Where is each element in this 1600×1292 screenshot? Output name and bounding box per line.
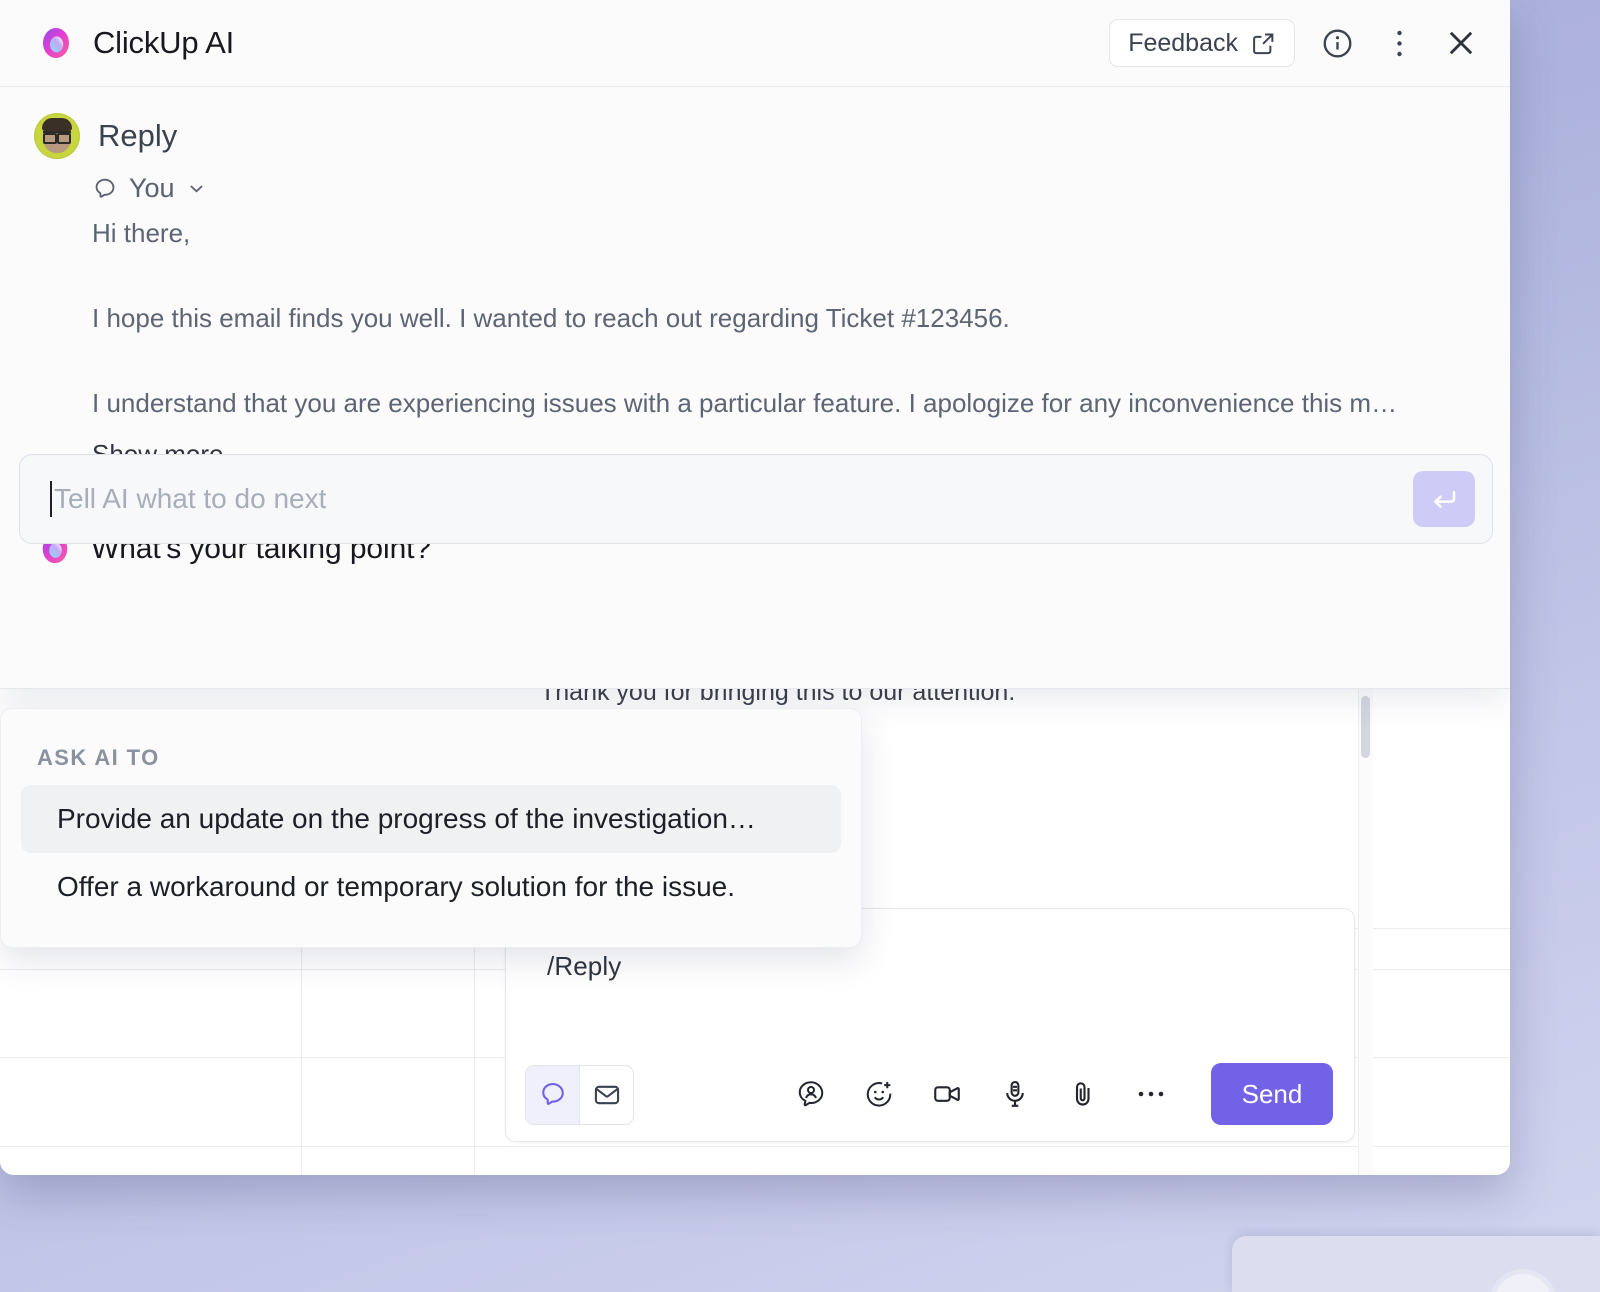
feedback-button-label: Feedback [1128, 29, 1238, 58]
app-window: Thank you for bringing this to our atten… [0, 0, 1510, 1175]
clickup-ai-modal: ClickUp AI Feedback [0, 0, 1510, 689]
info-circle-icon[interactable] [1317, 23, 1357, 63]
help-bubble-icon[interactable] [1494, 1274, 1552, 1292]
ask-ai-option-2[interactable]: Offer a workaround or temporary solution… [21, 853, 841, 921]
envelope-icon [593, 1081, 621, 1109]
close-icon[interactable] [1441, 23, 1481, 63]
mention-person-icon[interactable] [796, 1079, 826, 1109]
ai-prompt-submit-button[interactable] [1413, 471, 1475, 527]
ai-prompt-field[interactable]: Tell AI what to do next [19, 454, 1493, 544]
reply-title: Reply [98, 113, 177, 159]
reply-author-label: You [129, 173, 175, 204]
paperclip-icon[interactable] [1068, 1079, 1098, 1109]
composer-toolbar: Send [506, 1049, 1354, 1141]
ask-ai-heading: ASK AI TO [37, 745, 861, 771]
email-mode-button[interactable] [579, 1066, 633, 1124]
chevron-down-icon [186, 178, 207, 199]
ai-modal-body: Reply You Hi the [0, 87, 1510, 566]
background-scrollbar-thumb[interactable] [1361, 696, 1370, 758]
video-camera-icon[interactable] [932, 1079, 962, 1109]
comment-mode-button[interactable] [526, 1066, 579, 1124]
screen: Thank you for bringing this to our atten… [0, 0, 1600, 1292]
comment-bubble-icon [538, 1080, 568, 1110]
microphone-icon[interactable] [1000, 1079, 1030, 1109]
external-link-icon [1251, 31, 1276, 56]
clickup-ai-logo-icon [38, 25, 74, 61]
ai-prompt-placeholder: Tell AI what to do next [54, 483, 1413, 515]
text-caret [50, 481, 52, 517]
reply-author-selector[interactable]: You [92, 173, 1510, 204]
composer-tool-icons [796, 1065, 1166, 1123]
reply-header-row: Reply [34, 113, 1510, 159]
composer-input[interactable]: /Reply [547, 951, 621, 982]
reply-paragraph-1: I hope this email finds you well. I want… [92, 301, 1470, 335]
composer-mode-toggle [525, 1065, 634, 1125]
enter-return-icon [1429, 484, 1459, 514]
feedback-button[interactable]: Feedback [1109, 19, 1295, 67]
ellipsis-icon[interactable] [1136, 1079, 1166, 1109]
avatar [34, 113, 80, 159]
ask-ai-option-1[interactable]: Provide an update on the progress of the… [21, 785, 841, 853]
background-scrollbar-track[interactable] [1358, 688, 1373, 1175]
send-button[interactable]: Send [1211, 1063, 1333, 1125]
reply-email-body: Hi there, I hope this email finds you we… [92, 216, 1470, 420]
brand: ClickUp AI [38, 25, 234, 61]
ask-ai-dropdown: ASK AI TO Provide an update on the progr… [0, 708, 862, 948]
more-vertical-icon[interactable] [1379, 23, 1419, 63]
ai-modal-header: ClickUp AI Feedback [0, 0, 1510, 87]
header-actions: Feedback [1109, 0, 1481, 86]
reply-paragraph-2: I understand that you are experiencing i… [92, 386, 1470, 420]
ai-modal-title: ClickUp AI [93, 25, 234, 61]
emoji-plus-icon[interactable] [864, 1079, 894, 1109]
reply-greeting: Hi there, [92, 216, 1470, 250]
bottom-right-panel[interactable] [1232, 1236, 1600, 1292]
comment-bubble-icon [92, 176, 118, 202]
